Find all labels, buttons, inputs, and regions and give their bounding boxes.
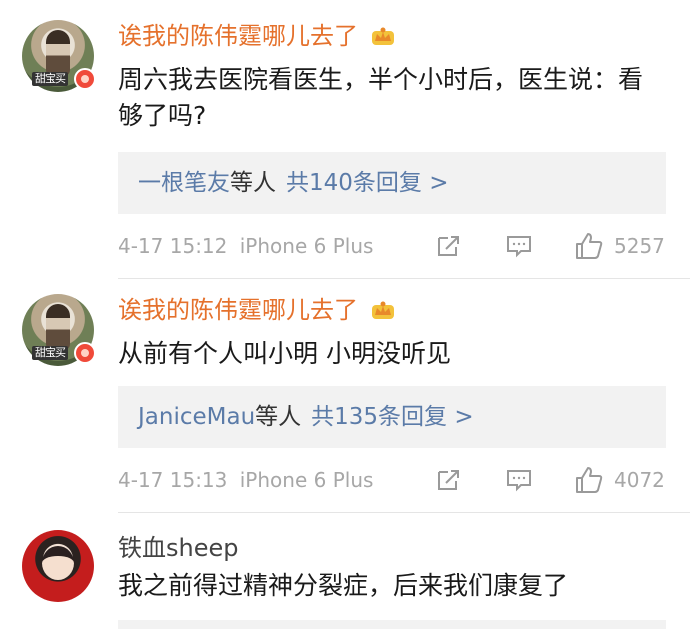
comment-icon[interactable] bbox=[506, 234, 532, 258]
username-text: 铁血sheep bbox=[118, 534, 239, 562]
comment-meta: 4-17 15:12 iPhone 6 Plus 5257 bbox=[118, 231, 666, 261]
username-text: 诶我的陈伟霆哪儿去了 bbox=[118, 22, 358, 50]
avatar-image bbox=[22, 530, 94, 602]
avatar[interactable] bbox=[22, 530, 94, 602]
comment-text: 我之前得过精神分裂症，后来我们康复了 bbox=[118, 571, 569, 600]
like-count: 5257 bbox=[614, 234, 665, 258]
like-count: 4072 bbox=[614, 468, 665, 492]
reply-etc-label: 等人 bbox=[255, 404, 302, 430]
avatar-tag: 甜宝买 bbox=[32, 72, 68, 86]
share-icon[interactable] bbox=[436, 234, 462, 258]
reply-count-link[interactable]: 共140条回复 > bbox=[286, 170, 448, 196]
reply-users-link[interactable]: JaniceMau bbox=[138, 404, 255, 430]
verified-badge-icon bbox=[74, 68, 96, 90]
reply-summary-partial bbox=[118, 620, 666, 629]
like-icon[interactable] bbox=[574, 465, 604, 495]
comment-text: 周六我去医院看医生，半个小时后，医生说：看够了吗? bbox=[118, 65, 644, 130]
timestamp: 4-17 15:13 bbox=[118, 468, 228, 492]
username[interactable]: 诶我的陈伟霆哪儿去了 bbox=[118, 296, 396, 324]
timestamp: 4-17 15:12 bbox=[118, 234, 228, 258]
like-icon[interactable] bbox=[574, 231, 604, 261]
comment-meta: 4-17 15:13 iPhone 6 Plus 4072 bbox=[118, 465, 666, 495]
username-text: 诶我的陈伟霆哪儿去了 bbox=[118, 296, 358, 324]
device-label: iPhone 6 Plus bbox=[239, 468, 374, 492]
divider bbox=[118, 512, 690, 513]
reply-count-link[interactable]: 共135条回复 > bbox=[311, 404, 473, 430]
divider bbox=[118, 278, 690, 279]
reply-summary[interactable]: 一根笔友等人 共140条回复 > bbox=[118, 152, 666, 214]
avatar[interactable]: 甜宝买 bbox=[22, 294, 96, 366]
comment-icon[interactable] bbox=[506, 468, 532, 492]
reply-etc-label: 等人 bbox=[230, 170, 276, 196]
crown-icon bbox=[371, 27, 394, 45]
share-icon[interactable] bbox=[436, 468, 462, 492]
avatar-tag: 甜宝买 bbox=[32, 346, 68, 360]
reply-users-link[interactable]: 一根笔友 bbox=[138, 170, 230, 196]
username[interactable]: 诶我的陈伟霆哪儿去了 bbox=[118, 22, 396, 50]
verified-badge-icon bbox=[74, 342, 96, 364]
avatar[interactable]: 甜宝买 bbox=[22, 20, 96, 92]
device-label: iPhone 6 Plus bbox=[239, 234, 374, 258]
reply-summary[interactable]: JaniceMau等人 共135条回复 > bbox=[118, 386, 666, 448]
comment-text: 从前有个人叫小明 小明没听见 bbox=[118, 339, 451, 368]
username[interactable]: 铁血sheep bbox=[118, 534, 238, 562]
crown-icon bbox=[371, 301, 394, 319]
